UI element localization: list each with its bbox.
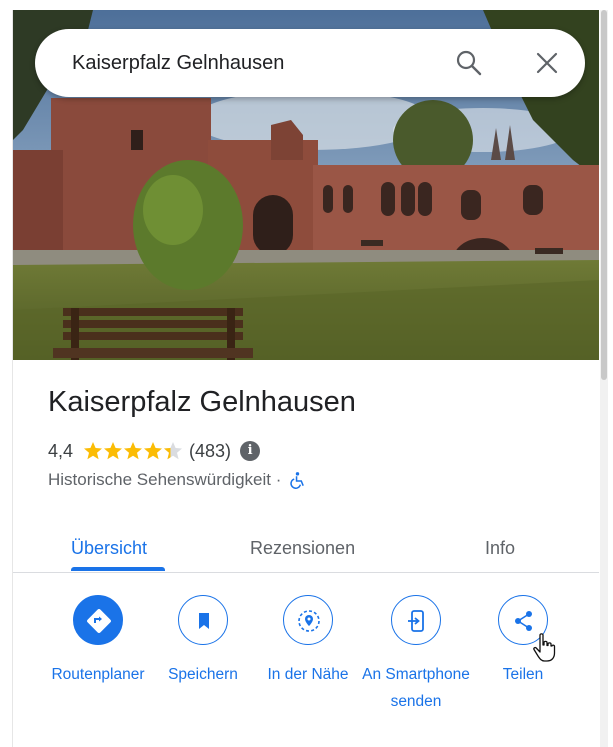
review-count[interactable]: (483) [189, 441, 231, 462]
directions-label: Routenplaner [51, 666, 145, 683]
tab-reviews[interactable]: Rezensionen [250, 520, 355, 572]
nearby-button[interactable]: In der Nähe [250, 595, 366, 688]
stars-icon [84, 442, 183, 460]
rating-value: 4,4 [48, 440, 74, 461]
bookmark-icon [178, 595, 228, 645]
place-title: Kaiserpfalz Gelnhausen [48, 386, 356, 418]
nearby-label: In der Nähe [267, 666, 349, 683]
category-row: Historische Sehenswürdigkeit · [48, 470, 306, 490]
tab-info[interactable]: Info [485, 520, 515, 572]
star-rating [83, 441, 183, 461]
search-input[interactable]: Kaiserpfalz Gelnhausen [72, 29, 284, 97]
directions-button[interactable]: Routenplaner [40, 595, 156, 688]
place-panel: Kaiserpfalz Gelnhausen Kaiserpfalz Gelnh… [13, 10, 599, 747]
save-label: Speichern [168, 666, 238, 683]
search-box[interactable]: Kaiserpfalz Gelnhausen [35, 29, 585, 97]
hand-cursor-icon [533, 633, 556, 662]
tab-bar: Übersicht Rezensionen Info [13, 520, 599, 573]
tab-overview[interactable]: Übersicht [71, 520, 147, 572]
nearby-icon [283, 595, 333, 645]
close-icon[interactable] [533, 49, 561, 77]
scrollbar-thumb[interactable] [601, 10, 607, 380]
send-to-phone-button[interactable]: An Smartphone senden [358, 595, 474, 715]
info-icon[interactable]: i [240, 441, 261, 461]
wheelchair-icon [290, 472, 305, 489]
search-icon[interactable] [455, 49, 483, 77]
share-label: Teilen [502, 666, 544, 683]
send-to-phone-icon [391, 595, 441, 645]
directions-icon [73, 595, 123, 645]
active-tab-indicator [71, 567, 165, 571]
scrollbar[interactable] [600, 10, 608, 747]
place-category[interactable]: Historische Sehenswürdigkeit · [48, 470, 281, 490]
rating-row: 4,4 (483) i [48, 440, 261, 462]
save-button[interactable]: Speichern [145, 595, 261, 688]
share-button[interactable]: Teilen [465, 595, 581, 688]
send-to-phone-label: An Smartphone senden [362, 666, 470, 710]
action-buttons: Routenplaner Speichern In der Nähe An Sm… [13, 595, 599, 745]
